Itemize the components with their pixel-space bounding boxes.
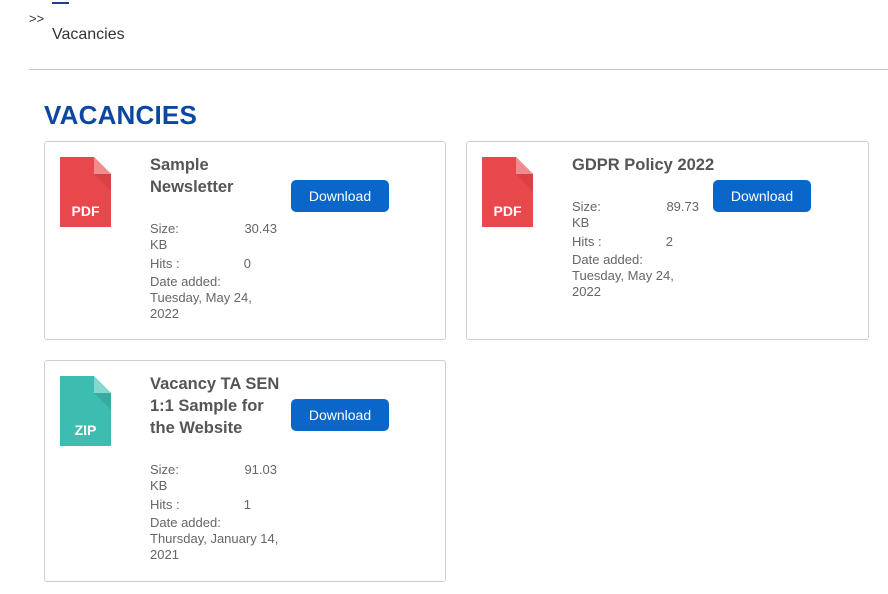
hits-value: 2 [665,234,673,249]
file-type-label: PDF [71,203,100,219]
hits-label: Hits : [150,497,180,512]
date-label: Date added: [572,252,643,267]
file-title: GDPR Policy 2022 [572,156,715,174]
date-label: Date added: [150,274,221,289]
download-button[interactable]: Download [291,180,389,212]
breadcrumb-current: Vacancies [52,26,125,43]
divider [29,69,888,70]
size-label: Size: [150,462,179,477]
hits-label: Hits : [150,256,180,271]
breadcrumb-separator: >> [29,11,45,26]
file-title: Vacancy TA SEN 1:1 Sample for the Websit… [150,375,280,437]
size-value: 91.03 [244,462,277,477]
file-title: Sample Newsletter [150,156,234,196]
hits-value: 1 [243,497,251,512]
date-label: Date added: [150,515,221,530]
size-unit: KB [572,215,590,230]
hits-label: Hits : [572,234,602,249]
file-type-label: ZIP [74,422,97,438]
size-value: 89.73 [666,199,699,214]
size-label: Size: [150,221,179,236]
page-title: VACANCIES [44,100,198,130]
size-label: Size: [572,199,601,214]
size-value: 30.43 [244,221,277,236]
size-unit: KB [150,478,168,493]
hits-value: 0 [243,256,251,271]
file-card: PDF Sample Newsletter Download Size: 30.… [44,141,446,340]
file-card: ZIP Vacancy TA SEN 1:1 Sample for the We… [44,360,446,582]
size-unit: KB [150,237,168,252]
download-button[interactable]: Download [291,399,389,431]
file-card: PDF GDPR Policy 2022 Download Size: 89.7… [466,141,869,340]
menu-icon[interactable] [52,0,69,9]
file-type-label: PDF [493,203,522,219]
date-value: Tuesday, May 24, 2022 [572,268,674,299]
date-value: Thursday, January 14, 2021 [150,531,279,562]
date-value: Tuesday, May 24, 2022 [150,290,252,321]
download-button[interactable]: Download [713,180,811,212]
